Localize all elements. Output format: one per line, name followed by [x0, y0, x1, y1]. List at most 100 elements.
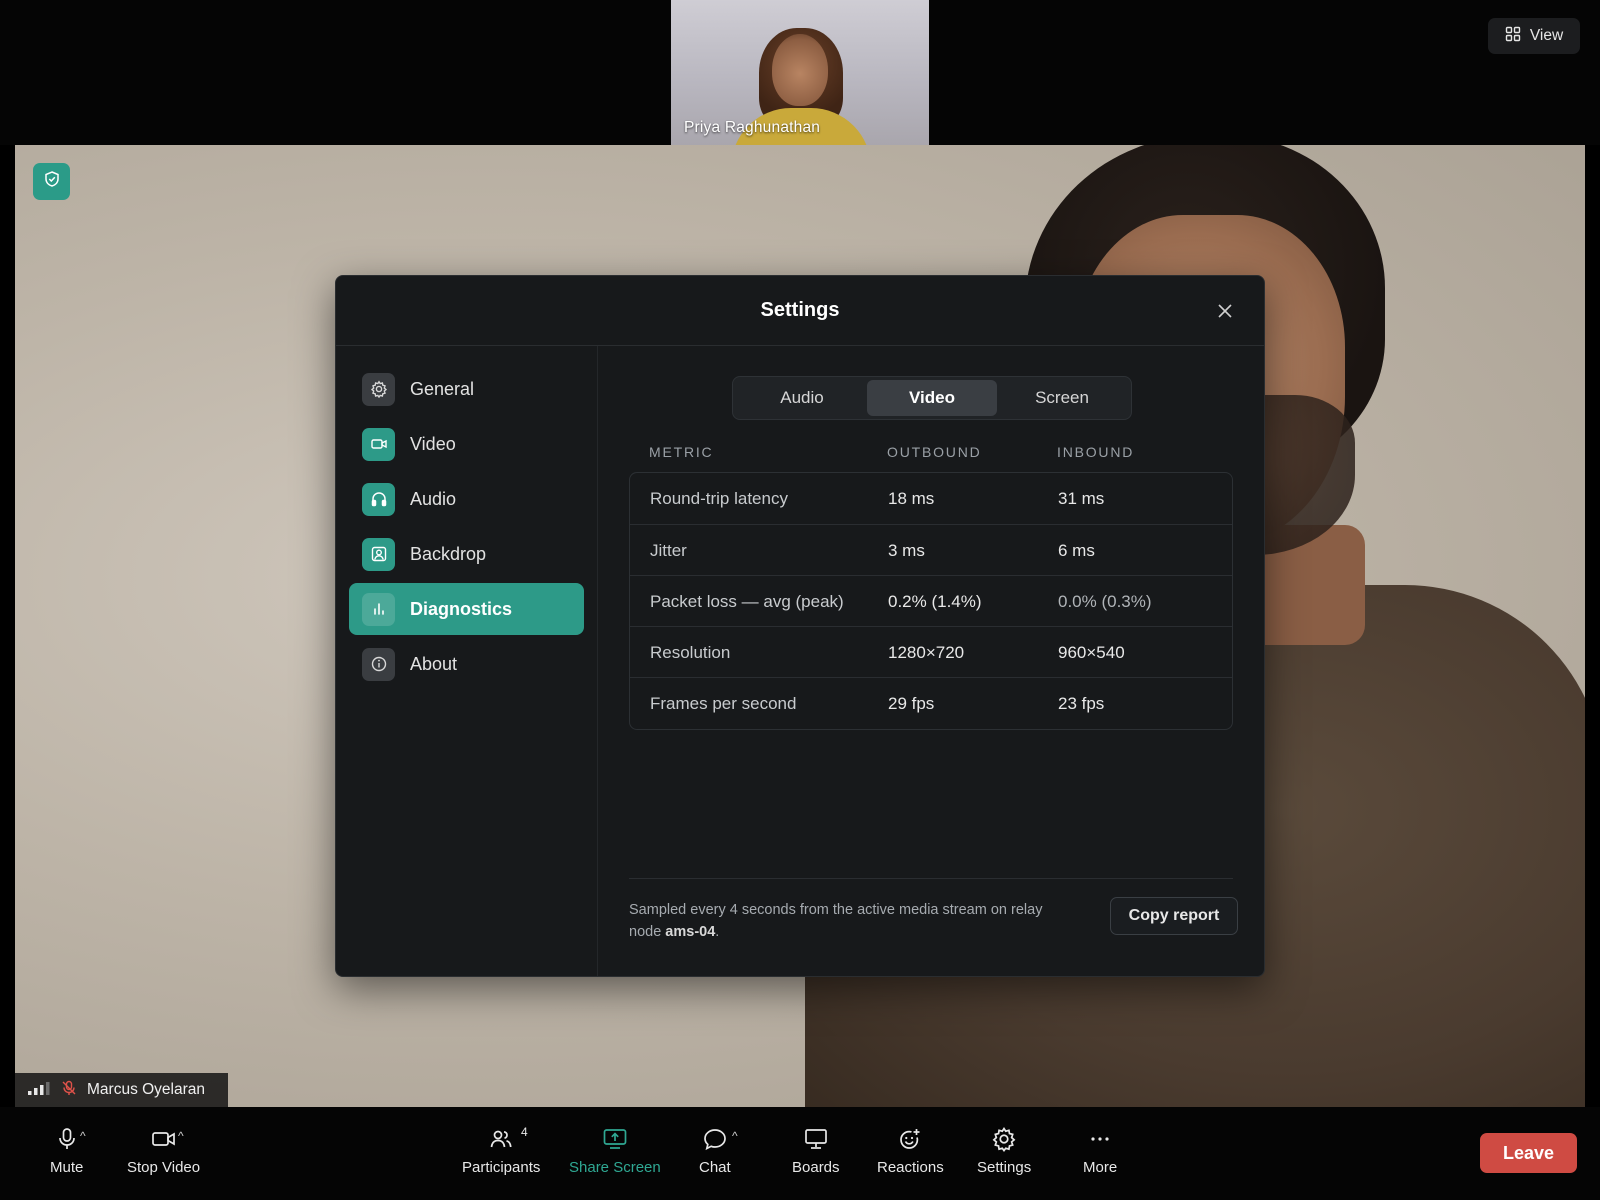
inbound-value: 23 fps	[1058, 694, 1105, 713]
copy-report-button[interactable]: Copy report	[1110, 897, 1238, 935]
camera-icon	[362, 427, 395, 461]
whiteboard-icon	[803, 1127, 829, 1151]
table-row: Packet loss — avg (peak) 0.2% (1.4%) 0.0…	[630, 576, 1232, 627]
view-button[interactable]: View	[1488, 18, 1580, 54]
table-row: Resolution 1280×720 960×540	[630, 627, 1232, 678]
table-row: Round-trip latency 18 ms 31 ms	[630, 473, 1232, 525]
sidebar-item-diagnostics[interactable]: Diagnostics	[349, 583, 584, 635]
participants-button[interactable]: Participants	[462, 1127, 540, 1176]
inbound-value: 31 ms	[1058, 489, 1105, 508]
table-row: Frames per second 29 fps 23 fps	[630, 678, 1232, 729]
relay-node: ams-04	[665, 924, 716, 940]
outbound-value: 1280×720	[888, 643, 965, 662]
sidebar-item-label: Audio	[410, 488, 457, 509]
microphone-icon	[56, 1127, 78, 1151]
metric-name: Round-trip latency	[650, 489, 788, 508]
footer-divider	[629, 878, 1233, 879]
tab-audio[interactable]: Audio	[737, 380, 867, 416]
emoji-add-icon	[897, 1127, 923, 1151]
encryption-shield-badge[interactable]	[33, 163, 70, 200]
outbound-value: 0.2% (1.4%)	[888, 592, 982, 611]
settings-label: Settings	[977, 1159, 1032, 1176]
people-icon	[489, 1127, 513, 1151]
gear-icon	[362, 372, 395, 406]
column-header-inbound: INBOUND	[1057, 444, 1135, 460]
sidebar-item-label: Diagnostics	[410, 598, 513, 619]
column-header-metric: METRIC	[649, 444, 714, 460]
outbound-value: 29 fps	[888, 694, 935, 713]
view-label: View	[1529, 27, 1564, 44]
signal-strength-icon	[27, 1080, 51, 1101]
settings-sidebar: General Video Audio Backdrop Diagnostics…	[336, 346, 598, 976]
outbound-value: 18 ms	[888, 489, 935, 508]
modal-title: Settings	[760, 299, 840, 321]
modal-header: Settings	[336, 276, 1264, 346]
gear-icon	[991, 1127, 1017, 1152]
speaker-name: Marcus Oyelaran	[87, 1081, 206, 1098]
tab-video[interactable]: Video	[867, 380, 997, 416]
chat-options-caret[interactable]: ^	[732, 1129, 738, 1143]
more-button[interactable]: More	[1083, 1127, 1117, 1176]
mute-label: Mute	[50, 1159, 84, 1176]
inbound-value: 6 ms	[1058, 541, 1095, 560]
thumbnail-face	[772, 34, 828, 106]
muted-mic-icon	[61, 1080, 77, 1101]
participants-count: 4	[521, 1125, 528, 1139]
sidebar-item-audio[interactable]: Audio	[349, 473, 584, 525]
chat-bubble-icon	[702, 1127, 728, 1151]
audio-options-caret[interactable]: ^	[80, 1129, 86, 1143]
sidebar-item-label: About	[410, 653, 458, 674]
sidebar-item-video[interactable]: Video	[349, 418, 584, 470]
video-camera-icon	[151, 1127, 177, 1151]
sidebar-item-general[interactable]: General	[349, 363, 584, 415]
shield-check-icon	[43, 170, 61, 193]
boards-label: Boards	[792, 1159, 840, 1176]
sidebar-item-about[interactable]: About	[349, 638, 584, 690]
outbound-value: 3 ms	[888, 541, 925, 560]
metrics-table-header: METRIC OUTBOUND INBOUND	[629, 444, 1233, 466]
column-header-outbound: OUTBOUND	[887, 444, 982, 460]
participant-thumbnail[interactable]: Priya Raghunathan	[671, 0, 929, 145]
media-type-tabs: Audio Video Screen	[732, 376, 1132, 420]
sidebar-item-label: Video	[410, 433, 456, 454]
chat-label: Chat	[699, 1159, 731, 1176]
metric-name: Jitter	[650, 541, 687, 560]
settings-modal: Settings General Video Audio Backdrop Di…	[335, 275, 1265, 977]
sidebar-item-label: Backdrop	[410, 543, 487, 564]
settings-button[interactable]: Settings	[977, 1127, 1031, 1176]
metric-name: Resolution	[650, 643, 731, 662]
sidebar-item-backdrop[interactable]: Backdrop	[349, 528, 584, 580]
reactions-button[interactable]: Reactions	[877, 1127, 944, 1176]
share-screen-icon	[602, 1127, 628, 1151]
participants-label: Participants	[462, 1159, 541, 1176]
boards-button[interactable]: Boards	[792, 1127, 840, 1176]
grid-icon	[1505, 26, 1521, 47]
sampling-note: Sampled every 4 seconds from the active …	[629, 899, 1069, 943]
ellipsis-icon	[1087, 1127, 1113, 1151]
diagnostics-panel: Audio Video Screen METRIC OUTBOUND INBOU…	[598, 346, 1264, 976]
leave-button[interactable]: Leave	[1480, 1133, 1577, 1173]
stop-video-label: Stop Video	[127, 1159, 201, 1176]
metrics-table: Round-trip latency 18 ms 31 ms Jitter 3 …	[629, 472, 1233, 730]
more-label: More	[1083, 1159, 1118, 1176]
metric-name: Packet loss — avg (peak)	[650, 592, 844, 611]
tab-screen[interactable]: Screen	[997, 380, 1127, 416]
video-options-caret[interactable]: ^	[178, 1129, 184, 1143]
share-screen-button[interactable]: Share Screen	[569, 1127, 661, 1176]
metric-name: Frames per second	[650, 694, 797, 713]
share-screen-label: Share Screen	[569, 1159, 661, 1176]
speaker-name-tag: Marcus Oyelaran	[15, 1073, 228, 1107]
inbound-value: 0.0% (0.3%)	[1058, 592, 1152, 611]
chat-button[interactable]: Chat	[699, 1127, 731, 1176]
meeting-toolbar: Mute ^ Stop Video ^ Participants 4 Share…	[0, 1107, 1600, 1200]
sampling-note-end: .	[715, 924, 720, 940]
thumbnail-name: Priya Raghunathan	[684, 119, 821, 136]
reactions-label: Reactions	[877, 1159, 944, 1176]
mute-button[interactable]: Mute	[50, 1127, 83, 1176]
close-icon	[1218, 304, 1232, 318]
close-button[interactable]	[1214, 300, 1236, 322]
stop-video-button[interactable]: Stop Video	[127, 1127, 200, 1176]
inbound-value: 960×540	[1058, 643, 1125, 662]
sidebar-item-label: General	[410, 378, 475, 399]
info-icon	[362, 647, 395, 681]
